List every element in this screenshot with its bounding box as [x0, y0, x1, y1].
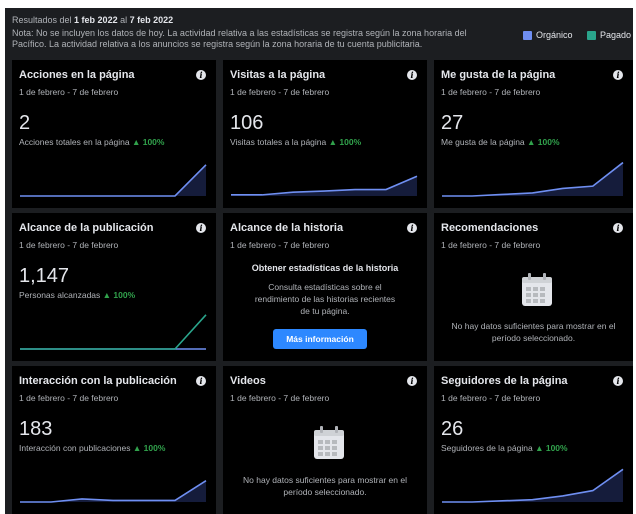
- sparkline: [20, 164, 207, 197]
- sparkline-series: [20, 164, 207, 197]
- caption-text: Me gusta de la página: [441, 137, 525, 147]
- empty-state-text: No hay datos suficientes para mostrar en…: [243, 475, 407, 497]
- card-story-reach: Alcance de la historia i 1 de febrero - …: [223, 213, 427, 361]
- results-range: Resultados del 1 feb 2022 al 7 feb 2022: [12, 15, 173, 26]
- metric-value: 2: [19, 112, 31, 134]
- card-page-visits[interactable]: Visitas a la página i 1 de febrero - 7 d…: [223, 60, 427, 208]
- card-page-likes[interactable]: Me gusta de la página i 1 de febrero - 7…: [434, 60, 633, 208]
- change-badge: ▲ 100%: [328, 137, 362, 147]
- legend-organic-label: Orgánico: [536, 30, 573, 40]
- card-date: 1 de febrero - 7 de febrero: [441, 240, 541, 250]
- metric-caption: Acciones totales en la página ▲ 100%: [19, 137, 164, 147]
- change-badge: ▲ 100%: [102, 290, 136, 300]
- change-badge: ▲ 100%: [132, 443, 166, 453]
- info-icon[interactable]: i: [196, 376, 206, 386]
- date-from: 1 feb 2022: [74, 15, 118, 25]
- results-mid: al: [117, 15, 130, 25]
- card-title: Alcance de la historia: [230, 222, 344, 234]
- caption-text: Acciones totales en la página: [19, 137, 130, 147]
- change-badge: ▲ 100%: [527, 137, 560, 147]
- info-icon[interactable]: i: [613, 70, 623, 80]
- metric-caption: Seguidores de la página ▲ 100%: [441, 443, 568, 453]
- metric-value: 106: [230, 112, 264, 134]
- insights-grid: Acciones en la página i 1 de febrero - 7…: [12, 60, 633, 514]
- metric-value: 26: [441, 418, 464, 440]
- story-promo-title: Obtener estadísticas de la historia: [251, 263, 399, 273]
- card-recommendations: Recomendaciones i 1 de febrero - 7 de fe…: [434, 213, 633, 361]
- info-icon[interactable]: i: [613, 376, 623, 386]
- change-badge: ▲ 100%: [535, 443, 568, 453]
- date-to: 7 feb 2022: [129, 15, 174, 25]
- results-header: Resultados del 1 feb 2022 al 7 feb 2022 …: [5, 8, 633, 60]
- change-badge: ▲ 100%: [131, 137, 165, 147]
- info-icon[interactable]: i: [407, 223, 417, 233]
- card-title: Videos: [230, 375, 266, 387]
- caption-text: Seguidores de la página: [441, 443, 533, 453]
- info-icon[interactable]: i: [407, 70, 417, 80]
- sparkline-area: [442, 469, 623, 502]
- sparkline-area: [442, 162, 623, 196]
- card-date: 1 de febrero - 7 de febrero: [441, 393, 541, 403]
- card-page-actions[interactable]: Acciones en la página i 1 de febrero - 7…: [12, 60, 216, 208]
- sparkline: [20, 480, 207, 503]
- note-line-2: Pacífico. La actividad relativa a los an…: [12, 39, 423, 49]
- card-title: Seguidores de la página: [441, 375, 568, 387]
- calendar-icon: [522, 273, 552, 306]
- caption-text: Visitas totales a la página: [230, 137, 327, 147]
- story-promo-description: Consulta estadísticas sobre el rendimien…: [254, 282, 396, 316]
- metric-caption: Me gusta de la página ▲ 100%: [441, 137, 560, 147]
- sparkline-series: [20, 314, 207, 350]
- card-post-reach[interactable]: Alcance de la publicación i 1 de febrero…: [12, 213, 216, 361]
- card-date: 1 de febrero - 7 de febrero: [230, 87, 330, 97]
- legend-paid: Pagado: [587, 30, 631, 40]
- metric-caption: Personas alcanzadas ▲ 100%: [19, 290, 135, 300]
- card-videos: Videos i 1 de febrero - 7 de febrero No …: [223, 366, 427, 514]
- sparkline: [442, 468, 624, 503]
- empty-state-text: No hay datos suficientes para mostrar en…: [451, 321, 616, 343]
- card-date: 1 de febrero - 7 de febrero: [230, 393, 330, 403]
- card-title: Recomendaciones: [441, 222, 539, 234]
- sparkline-series: [20, 480, 207, 503]
- card-title: Alcance de la publicación: [19, 222, 154, 234]
- sparkline: [20, 314, 207, 350]
- card-date: 1 de febrero - 7 de febrero: [230, 240, 330, 250]
- sparkline-area: [231, 176, 417, 196]
- info-icon[interactable]: i: [196, 70, 206, 80]
- metric-caption: Interacción con publicaciones ▲ 100%: [19, 443, 165, 453]
- legend-paid-swatch: [587, 30, 596, 40]
- card-title: Visitas a la página: [230, 69, 326, 81]
- calendar-icon: [314, 426, 344, 459]
- card-date: 1 de febrero - 7 de febrero: [19, 240, 119, 250]
- card-title: Me gusta de la página: [441, 69, 556, 81]
- sparkline: [231, 175, 418, 196]
- caption-text: Personas alcanzadas: [19, 290, 101, 300]
- card-title: Acciones en la página: [19, 69, 135, 81]
- info-icon[interactable]: i: [407, 376, 417, 386]
- caption-text: Interacción con publicaciones: [19, 443, 131, 453]
- more-info-button[interactable]: Más información: [273, 329, 367, 349]
- results-prefix: Resultados del: [12, 15, 75, 25]
- legend-paid-label: Pagado: [600, 30, 632, 40]
- card-date: 1 de febrero - 7 de febrero: [441, 87, 541, 97]
- sparkline: [442, 161, 624, 197]
- legend-organic-swatch: [523, 30, 532, 40]
- card-date: 1 de febrero - 7 de febrero: [19, 87, 119, 97]
- note-line-1: Nota: No se incluyen los datos de hoy. L…: [12, 28, 467, 38]
- info-icon[interactable]: i: [196, 223, 206, 233]
- metric-value: 183: [19, 418, 53, 440]
- card-post-engagement[interactable]: Interacción con la publicación i 1 de fe…: [12, 366, 216, 514]
- metric-value: 27: [441, 112, 464, 134]
- sparkline-area: [20, 164, 206, 196]
- card-page-followers[interactable]: Seguidores de la página i 1 de febrero -…: [434, 366, 633, 514]
- legend-organic: Orgánico: [523, 30, 573, 40]
- metric-caption: Visitas totales a la página ▲ 100%: [230, 137, 361, 147]
- insights-overview: Resultados del 1 feb 2022 al 7 feb 2022 …: [5, 8, 633, 514]
- info-icon[interactable]: i: [613, 223, 623, 233]
- card-date: 1 de febrero - 7 de febrero: [19, 393, 119, 403]
- metric-value: 1,147: [19, 265, 70, 287]
- card-title: Interacción con la publicación: [19, 375, 177, 387]
